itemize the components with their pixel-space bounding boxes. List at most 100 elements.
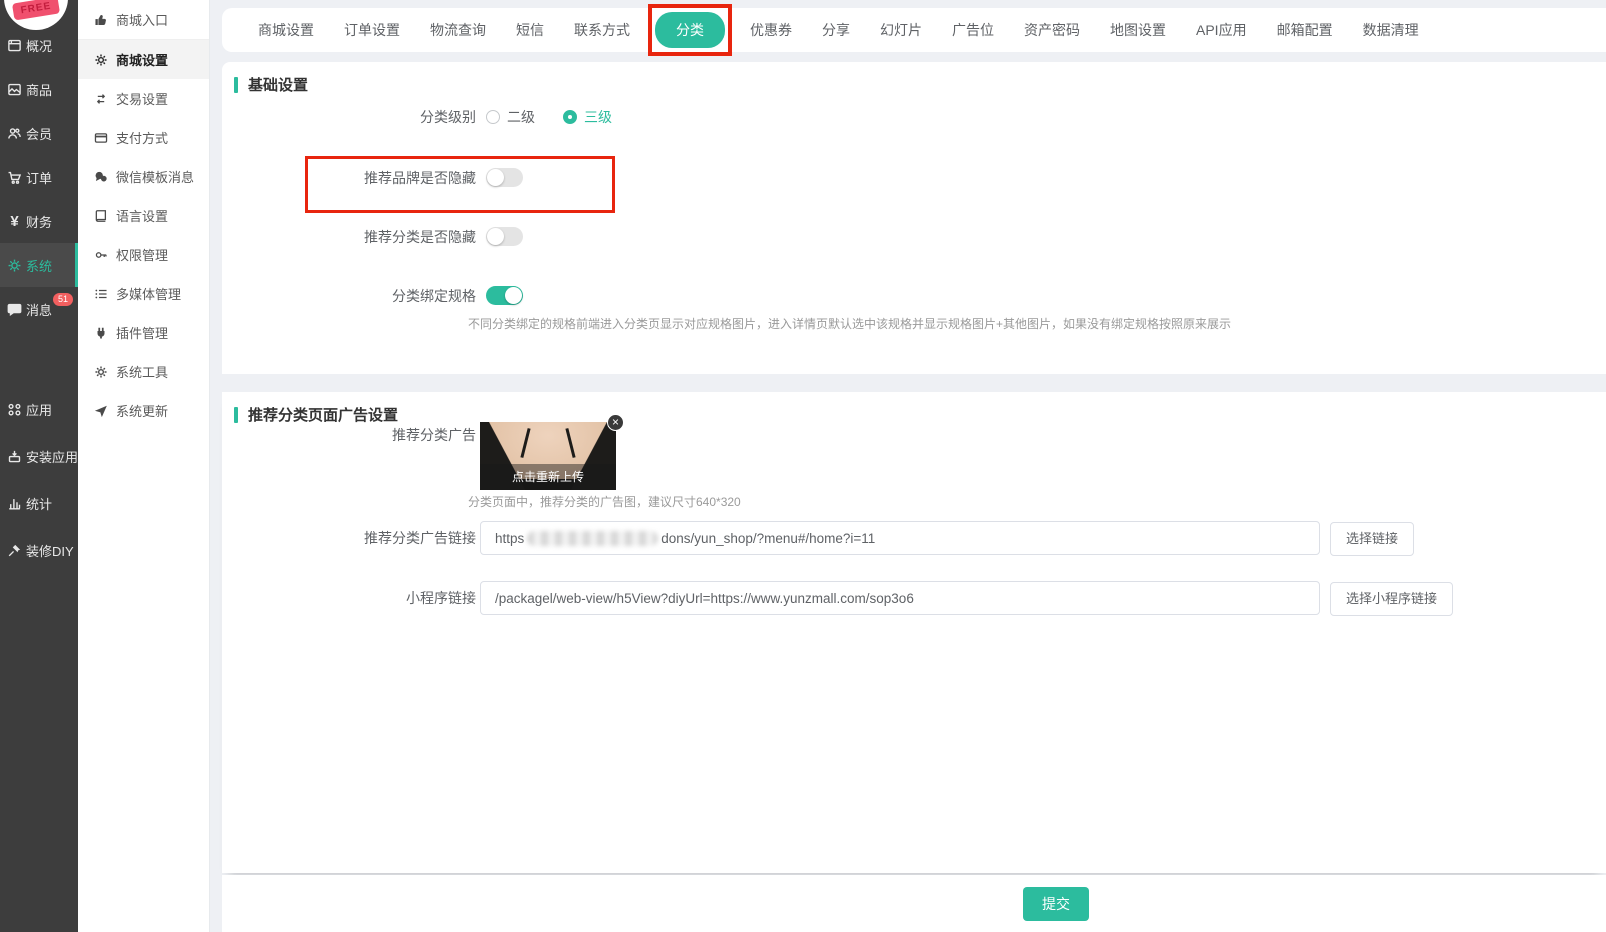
category-level-label: 分类级别 bbox=[222, 107, 476, 127]
subnav-wechat-template[interactable]: 微信模板消息 bbox=[78, 157, 209, 196]
sidebar-group-gap bbox=[0, 331, 78, 386]
stats-icon bbox=[7, 496, 22, 511]
members-icon bbox=[7, 126, 22, 141]
brand-hidden-toggle[interactable] bbox=[486, 168, 523, 187]
sidebar-item-members[interactable]: 会员 bbox=[0, 111, 78, 155]
remove-image-icon[interactable]: × bbox=[607, 414, 624, 431]
tab-slideshow[interactable]: 幻灯片 bbox=[870, 20, 932, 40]
apps-icon bbox=[7, 402, 22, 417]
ad-link-label: 推荐分类广告链接 bbox=[222, 528, 476, 548]
basic-settings-card: 基础设置 分类级别 二级 三级 推荐品牌是否隐藏 推荐分类是否隐藏 分类绑定规格 bbox=[222, 62, 1606, 374]
finance-icon: ¥ bbox=[7, 214, 22, 229]
mini-link-input[interactable] bbox=[495, 591, 1305, 606]
tab-mailbox[interactable]: 邮箱配置 bbox=[1267, 20, 1343, 40]
subnav-mall-entry[interactable]: 商城入口 bbox=[78, 0, 209, 40]
section-accent-bar bbox=[234, 77, 238, 93]
sidebar-item-messages[interactable]: 消息 51 bbox=[0, 287, 78, 331]
subnav-plugin[interactable]: 插件管理 bbox=[78, 313, 209, 352]
mini-link-label: 小程序链接 bbox=[222, 588, 476, 608]
tab-coupon[interactable]: 优惠券 bbox=[740, 20, 802, 40]
orders-icon bbox=[7, 170, 22, 185]
message-icon bbox=[7, 302, 22, 317]
ad-link-input[interactable]: https dons/yun_shop/?menu#/home?i=11 bbox=[480, 521, 1320, 555]
radio-circle bbox=[563, 110, 577, 124]
goods-icon bbox=[7, 82, 22, 97]
mini-link-input-wrap bbox=[480, 581, 1320, 615]
tab-share[interactable]: 分享 bbox=[812, 20, 860, 40]
plugin-icon bbox=[94, 326, 108, 340]
tab-mall-settings[interactable]: 商城设置 bbox=[248, 20, 324, 40]
sidebar-item-install-apps[interactable]: 安装应用 bbox=[0, 433, 78, 480]
sidebar-item-stats[interactable]: 统计 bbox=[0, 480, 78, 527]
subnav-language[interactable]: 语言设置 bbox=[78, 196, 209, 235]
subnav-permission[interactable]: 权限管理 bbox=[78, 235, 209, 274]
basic-section-title: 基础设置 bbox=[248, 74, 308, 95]
sidebar-item-finance[interactable]: ¥ 财务 bbox=[0, 199, 78, 243]
ad-image-help: 分类页面中，推荐分类的广告图，建议尺寸640*320 bbox=[468, 493, 741, 510]
ad-settings-card: 推荐分类页面广告设置 推荐分类广告 点击重新上传 × 分类页面中，推荐分类的广告… bbox=[222, 392, 1606, 873]
radio-level-3[interactable]: 三级 bbox=[563, 107, 612, 127]
system-icon bbox=[7, 258, 22, 273]
left-sidebar: FREE 概况 商品 会员 订单 ¥ 财务 bbox=[0, 0, 78, 932]
bind-spec-label: 分类绑定规格 bbox=[222, 286, 476, 306]
media-icon bbox=[94, 287, 108, 301]
wechat-template-icon bbox=[94, 170, 108, 184]
category-hidden-label: 推荐分类是否隐藏 bbox=[222, 227, 476, 247]
reupload-overlay-label: 点击重新上传 bbox=[480, 464, 616, 490]
bind-spec-help: 不同分类绑定的规格前端进入分类页显示对应规格图片，进入详情页默认选中该规格并显示… bbox=[468, 315, 1231, 332]
permission-icon bbox=[94, 248, 108, 262]
settings-tabbar: 商城设置 订单设置 物流查询 短信 联系方式 分类 优惠券 分享 幻灯片 广告位… bbox=[222, 8, 1606, 52]
tab-asset-password[interactable]: 资产密码 bbox=[1014, 20, 1090, 40]
choose-link-button[interactable]: 选择链接 bbox=[1330, 522, 1414, 556]
subnav-mall-settings[interactable]: 商城设置 bbox=[78, 40, 209, 79]
radio-level-2[interactable]: 二级 bbox=[486, 107, 535, 127]
tab-order-settings[interactable]: 订单设置 bbox=[334, 20, 410, 40]
sidebar-item-overview[interactable]: 概况 bbox=[0, 23, 78, 67]
sidebar-item-goods[interactable]: 商品 bbox=[0, 67, 78, 111]
ad-section-title: 推荐分类页面广告设置 bbox=[248, 404, 398, 425]
subnav-media[interactable]: 多媒体管理 bbox=[78, 274, 209, 313]
photo-strap bbox=[520, 428, 530, 458]
category-hidden-toggle[interactable] bbox=[486, 227, 523, 246]
tab-data-clean[interactable]: 数据清理 bbox=[1353, 20, 1429, 40]
toggle-knob bbox=[505, 287, 522, 304]
url-prefix: https bbox=[495, 531, 524, 546]
sidebar-item-orders[interactable]: 订单 bbox=[0, 155, 78, 199]
photo-strap bbox=[565, 428, 575, 458]
secondary-sidebar: 商城入口 商城设置 交易设置 支付方式 微信模板消息 语言设置 权限管理 多媒 bbox=[78, 0, 210, 932]
mall-settings-icon bbox=[94, 53, 108, 67]
url-suffix: dons/yun_shop/?menu#/home?i=11 bbox=[661, 531, 875, 546]
bind-spec-toggle[interactable] bbox=[486, 286, 523, 305]
tab-category-active[interactable]: 分类 bbox=[655, 12, 725, 48]
radio-circle bbox=[486, 110, 500, 124]
footer-bar: 提交 bbox=[222, 875, 1606, 932]
tab-contact[interactable]: 联系方式 bbox=[564, 20, 640, 40]
basic-section-header: 基础设置 bbox=[234, 74, 308, 95]
sidebar-item-system[interactable]: 系统 bbox=[0, 243, 78, 287]
free-ribbon-label: FREE bbox=[12, 0, 60, 20]
brand-hidden-label: 推荐品牌是否隐藏 bbox=[222, 168, 476, 188]
overview-icon bbox=[7, 38, 22, 53]
sidebar-item-apps[interactable]: 应用 bbox=[0, 386, 78, 433]
language-icon bbox=[94, 209, 108, 223]
subnav-system-tools[interactable]: 系统工具 bbox=[78, 352, 209, 391]
tab-map-settings[interactable]: 地图设置 bbox=[1100, 20, 1176, 40]
subnav-system-update[interactable]: 系统更新 bbox=[78, 391, 209, 430]
toggle-knob bbox=[487, 169, 504, 186]
tab-ad-slot[interactable]: 广告位 bbox=[942, 20, 1004, 40]
left-nav: 概况 商品 会员 订单 ¥ 财务 系统 bbox=[0, 23, 78, 574]
mall-entry-icon bbox=[94, 13, 108, 27]
tab-logistics[interactable]: 物流查询 bbox=[420, 20, 496, 40]
tab-api-app[interactable]: API应用 bbox=[1186, 20, 1257, 40]
payment-icon bbox=[94, 131, 108, 145]
subnav-trade-settings[interactable]: 交易设置 bbox=[78, 79, 209, 118]
submit-button[interactable]: 提交 bbox=[1023, 887, 1089, 921]
diy-icon bbox=[7, 543, 22, 558]
subnav-payment[interactable]: 支付方式 bbox=[78, 118, 209, 157]
choose-mini-link-button[interactable]: 选择小程序链接 bbox=[1330, 582, 1453, 616]
ad-image-upload[interactable]: 点击重新上传 × bbox=[480, 422, 616, 490]
censored-url-segment bbox=[527, 531, 658, 546]
sidebar-item-diy[interactable]: 装修DIY bbox=[0, 527, 78, 574]
tab-sms[interactable]: 短信 bbox=[506, 20, 554, 40]
section-accent-bar bbox=[234, 407, 238, 423]
